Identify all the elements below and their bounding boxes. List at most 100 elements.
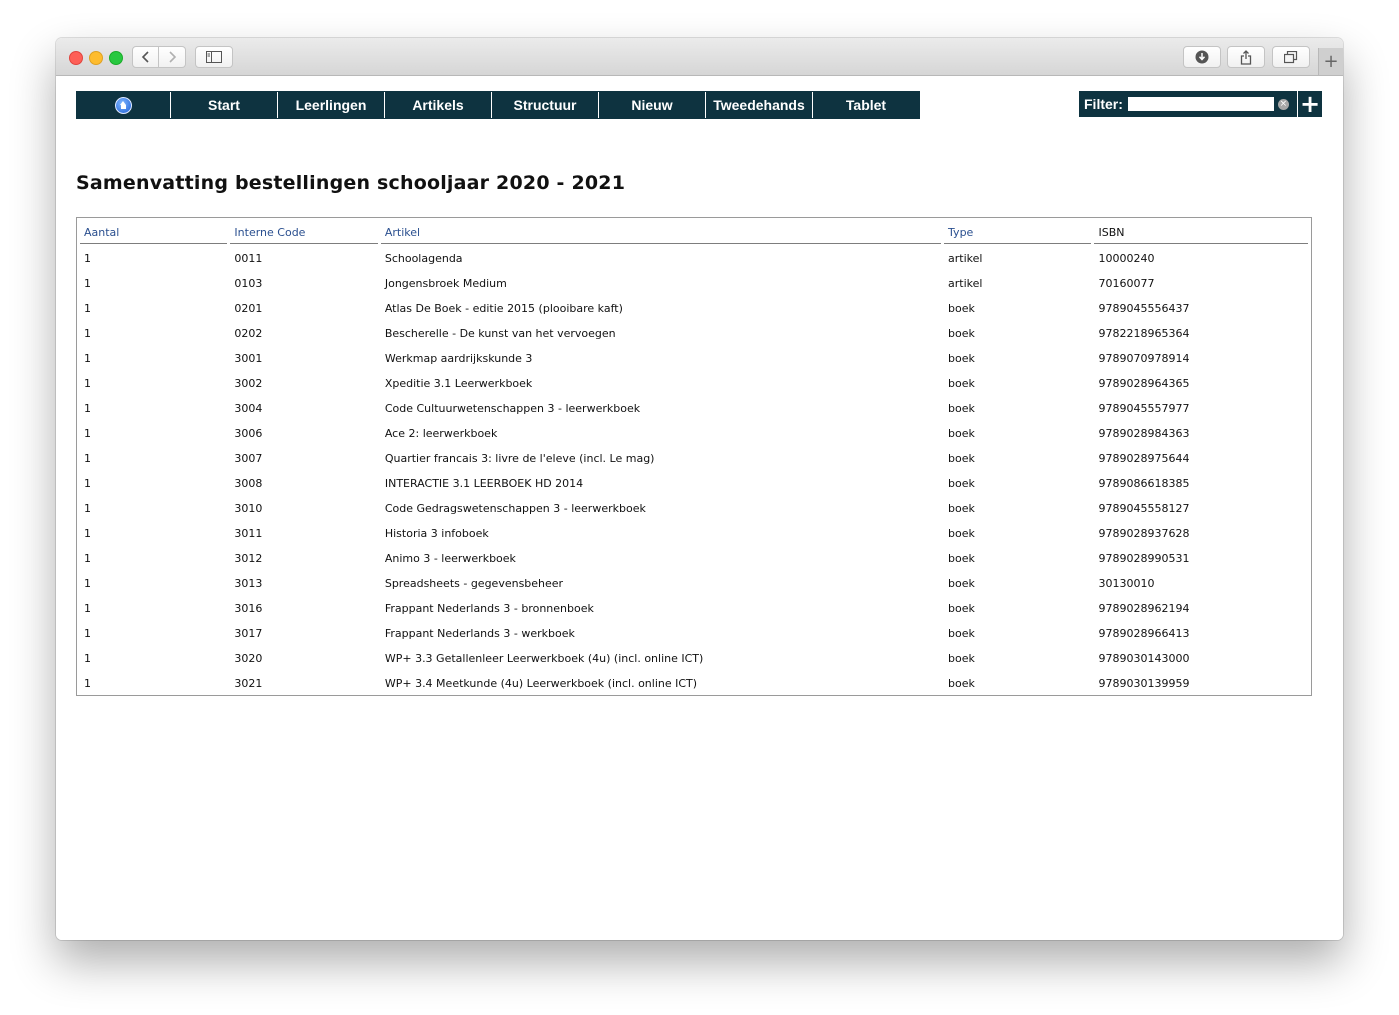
cell-type: boek [948, 652, 975, 665]
cell-isbn: 9789028962194 [1098, 602, 1190, 615]
table-row: 1 3012 Animo 3 - leerwerkboek boek 978902899… [80, 546, 1308, 571]
sidebar-button[interactable] [195, 46, 233, 68]
cell-artikel: WP+ 3.4 Meetkunde (4u) Leerwerkboek (inc… [384, 677, 698, 690]
filter-input[interactable] [1127, 97, 1274, 111]
menu-home[interactable] [77, 92, 171, 118]
table-row: 1 3021 WP+ 3.4 Meetkunde (4u) Leerwerkboek… [80, 671, 1308, 696]
cell-interne-code: 0011 [234, 252, 263, 265]
sidebar-icon [206, 51, 222, 63]
table-row: 1 3011 Historia 3 infoboek boek 978902893762… [80, 521, 1308, 546]
clear-icon[interactable]: × [1277, 98, 1289, 110]
back-icon [141, 51, 149, 63]
menu-tweedehands[interactable]: Tweedehands [706, 92, 813, 118]
cell-aantal: 1 [84, 527, 91, 540]
cell-interne-code: 3020 [234, 652, 263, 665]
home-icon [115, 96, 132, 114]
cell-isbn: 9789070978914 [1098, 352, 1190, 365]
table-row: 1 3010 Code Gedragswetenschappen 3 - leerw… [80, 496, 1308, 521]
tabs-overview-button[interactable] [1272, 46, 1310, 68]
menu-nieuw[interactable]: Nieuw [599, 92, 706, 118]
table-row: 1 3002 Xpeditie 3.1 Leerwerkboek boek 978902… [80, 371, 1308, 396]
menu-start[interactable]: Start [171, 92, 278, 118]
cell-type: boek [948, 327, 975, 340]
add-icon[interactable]: + [1297, 90, 1322, 118]
cell-aantal: 1 [84, 602, 91, 615]
filter-label: Filter: [1084, 96, 1123, 112]
column-header-aantal[interactable]: Aantal [80, 218, 228, 244]
cell-isbn: 30130010 [1098, 577, 1155, 590]
cell-aantal: 1 [84, 327, 91, 340]
cell-type: boek [948, 502, 975, 515]
table-row: 1 3006 Ace 2: leerwerkboek boek 978902898436… [80, 421, 1308, 446]
menu-structuur[interactable]: Structuur [492, 92, 599, 118]
table-row: 1 0011 Schoolagenda artikel 10000240 [80, 244, 1308, 271]
cell-aantal: 1 [84, 452, 91, 465]
cell-artikel: Bescherelle - De kunst van het vervoegen [384, 327, 616, 340]
menu-tablet[interactable]: Tablet [813, 92, 919, 118]
cell-type: artikel [948, 252, 983, 265]
table-row: 1 3008 INTERACTIE 3.1 LEERBOEK HD 2014 boek… [80, 471, 1308, 496]
menu-leerlingen[interactable]: Leerlingen [278, 92, 385, 118]
cell-interne-code: 3016 [234, 602, 263, 615]
cell-aantal: 1 [84, 577, 91, 590]
page-title: Samenvatting bestellingen schooljaar 202… [76, 172, 626, 194]
cell-isbn: 9789028964365 [1098, 377, 1190, 390]
column-header-interne-code[interactable]: Interne Code [230, 218, 378, 244]
cell-aantal: 1 [84, 677, 91, 690]
cell-artikel: Frappant Nederlands 3 - bronnenboek [384, 602, 594, 615]
zoom-window-button[interactable] [109, 51, 123, 65]
cell-isbn: 9789028975644 [1098, 452, 1190, 465]
cell-isbn: 9789028966413 [1098, 627, 1190, 640]
column-header-isbn: ISBN [1094, 218, 1308, 244]
cell-isbn: 10000240 [1098, 252, 1155, 265]
cell-type: boek [948, 402, 975, 415]
cell-artikel: Schoolagenda [384, 252, 463, 265]
cell-isbn: 9789028984363 [1098, 427, 1190, 440]
minimize-window-button[interactable] [89, 51, 103, 65]
cell-isbn: 70160077 [1098, 277, 1155, 290]
cell-type: boek [948, 427, 975, 440]
cell-isbn: 9789045558127 [1098, 502, 1190, 515]
cell-isbn: 9789028990531 [1098, 552, 1190, 565]
cell-artikel: Frappant Nederlands 3 - werkboek [384, 627, 575, 640]
cell-artikel: Ace 2: leerwerkboek [384, 427, 498, 440]
main-menu: Start Leerlingen Artikels Structuur Nieu… [76, 91, 920, 119]
cell-aantal: 1 [84, 502, 91, 515]
cell-artikel: Code Gedragswetenschappen 3 - leerwerkbo… [384, 502, 646, 515]
cell-aantal: 1 [84, 277, 91, 290]
cell-type: boek [948, 627, 975, 640]
share-button[interactable] [1227, 46, 1265, 68]
orders-table-frame: Aantal Interne Code Artikel Type ISBN 10… [76, 217, 1312, 696]
close-window-button[interactable] [69, 51, 83, 65]
cell-aantal: 1 [84, 652, 91, 665]
table-row: 1 3016 Frappant Nederlands 3 - bronnenboek… [80, 596, 1308, 621]
download-button[interactable] [1183, 46, 1221, 68]
cell-type: artikel [948, 277, 983, 290]
cell-interne-code: 3008 [234, 477, 263, 490]
cell-isbn: 9789045557977 [1098, 402, 1190, 415]
table-row: 1 3007 Quartier francais 3: livre de l'ele… [80, 446, 1308, 471]
table-row: 1 0201 Atlas De Boek - editie 2015 (plooib… [80, 296, 1308, 321]
cell-interne-code: 3001 [234, 352, 263, 365]
cell-type: boek [948, 677, 975, 690]
table-row: 1 3017 Frappant Nederlands 3 - werkboek boe… [80, 621, 1308, 646]
column-header-artikel[interactable]: Artikel [380, 218, 942, 244]
cell-aantal: 1 [84, 477, 91, 490]
cell-artikel: Spreadsheets - gegevensbeheer [384, 577, 564, 590]
forward-button[interactable] [159, 46, 186, 68]
back-button[interactable] [132, 46, 159, 68]
cell-aantal: 1 [84, 402, 91, 415]
share-icon [1240, 49, 1252, 65]
table-body: 1 0011 Schoolagenda artikel 10000240 1 0103 Jon… [80, 244, 1308, 696]
cell-type: boek [948, 377, 975, 390]
browser-titlebar: + [56, 38, 1343, 76]
table-row: 1 3004 Code Cultuurwetenschappen 3 - leerw… [80, 396, 1308, 421]
table-row: 1 3020 WP+ 3.3 Getallenleer Leerwerkboek (… [80, 646, 1308, 671]
cell-isbn: 9789045556437 [1098, 302, 1190, 315]
cell-artikel: Atlas De Boek - editie 2015 (plooibare k… [384, 302, 623, 315]
menu-artikels[interactable]: Artikels [385, 92, 492, 118]
column-header-type[interactable]: Type [944, 218, 1092, 244]
new-tab-button[interactable]: + [1318, 48, 1343, 75]
table-row: 1 0103 Jongensbroek Medium artikel 70160077 [80, 271, 1308, 296]
cell-type: boek [948, 477, 975, 490]
